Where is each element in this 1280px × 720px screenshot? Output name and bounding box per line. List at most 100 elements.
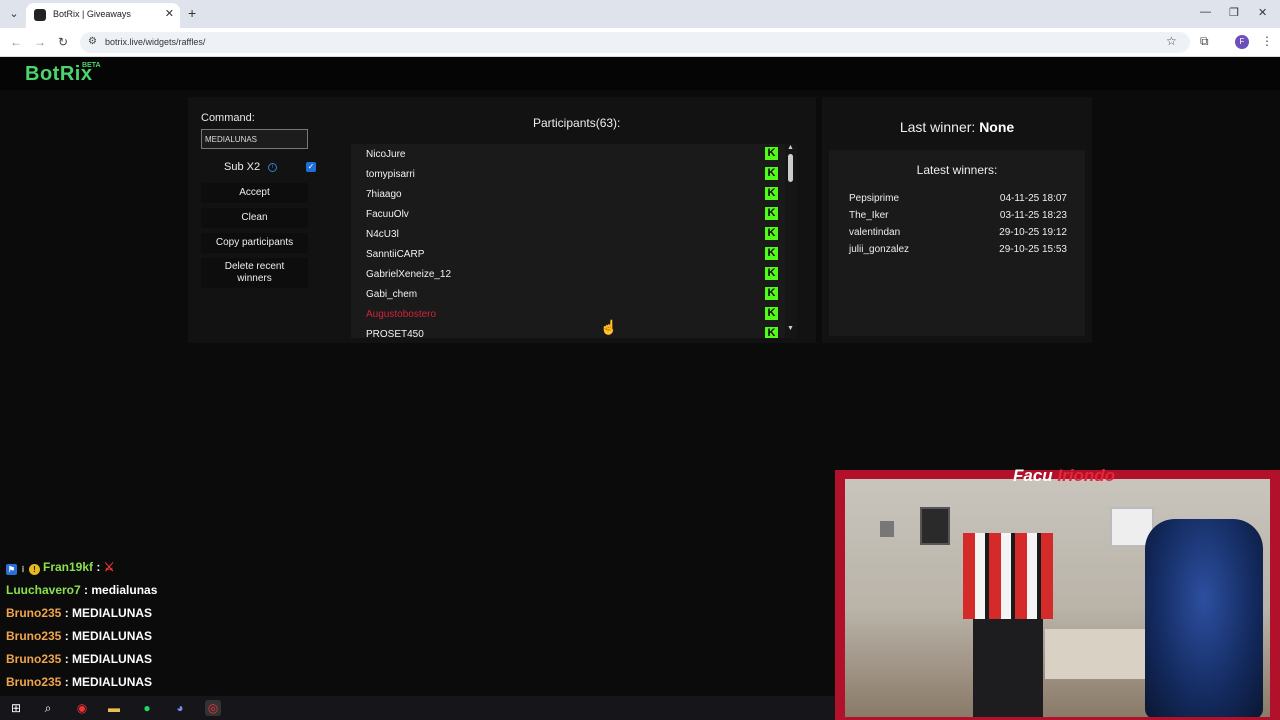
sub-x2-checkbox[interactable]: ✓ [306,162,316,172]
winner-date: 03-11-25 18:23 [999,210,1067,221]
list-item[interactable]: Augustobostero K [351,304,783,324]
kick-icon: K [765,167,778,180]
list-item[interactable]: PROSET450 K [351,324,783,338]
forward-icon[interactable]: → [34,35,46,49]
list-item[interactable]: GabrielXeneize_12 K [351,264,783,284]
url-text[interactable]: botrix.live/widgets/raffles/ [105,37,205,47]
winner-row: Pepsiprime 04-11-25 18:07 [849,193,1067,207]
pants [973,619,1043,717]
winner-date: 04-11-25 18:07 [999,193,1067,204]
profile-avatar[interactable]: F [1235,35,1249,49]
chat-text: MEDIALUNAS [72,675,153,689]
search-icon[interactable]: ⌕ [40,700,56,716]
command-label: Command: [201,112,255,124]
participants-scrollbar[interactable]: ▲ ▼ [785,144,797,338]
delete-recent-winners-button[interactable]: Delete recent winners [201,258,308,288]
last-winner: Last winner: None [822,119,1092,135]
new-tab-icon[interactable]: + [188,5,196,21]
chat-message: Bruno235 : MEDIALUNAS [6,629,153,643]
wall-poster [920,507,950,545]
extensions-icon[interactable]: ⧉ [1200,34,1209,49]
scrollbar-thumb[interactable] [788,154,793,182]
clean-button[interactable]: Clean [201,208,308,228]
restore-icon[interactable]: ❐ [1229,6,1239,19]
site-info-icon[interactable]: ⚙ [88,36,97,47]
participants-title: Participants(63): [533,116,621,130]
striped-shirt [963,533,1053,619]
streamer-first-name: Facu [1013,466,1053,485]
info-icon[interactable]: i [268,163,277,172]
chat-message: Bruno235 : MEDIALUNAS [6,606,153,620]
close-window-icon[interactable]: ✕ [1258,6,1267,19]
chat-message: Bruno235 : MEDIALUNAS [6,675,153,689]
kick-icon: K [765,267,778,280]
participants-list[interactable]: NicoJure K tomypisarri K 7hiaago K FacuuOlv… [351,144,797,338]
bookmark-star-icon[interactable]: ☆ [1166,34,1177,48]
winner-name: julii_gonzalez [849,244,910,255]
accept-button[interactable]: Accept [201,183,308,203]
tab-search-icon[interactable]: ⌄ [6,6,22,22]
chat-text: MEDIALUNAS [72,606,153,620]
list-item[interactable]: N4cU3l K [351,224,783,244]
chat-message: ⚑ ⅰ! Fran19kf : ⚔ [6,560,115,575]
winner-name: The_Iker [849,210,889,221]
list-item[interactable]: NicoJure K [351,144,783,164]
kick-icon: K [765,327,778,338]
list-item[interactable]: FacuuOlv K [351,204,783,224]
chat-message: Luuchavero7 : medialunas [6,583,158,597]
webcam-overlay: Facu Iriondo [835,466,1280,720]
kick-icon: K [765,247,778,260]
menu-dots-icon[interactable]: ⋮ [1261,34,1273,48]
wall-picture [880,521,894,537]
spotify-icon[interactable]: ● [139,700,155,716]
url-field[interactable]: ⚙ botrix.live/widgets/raffles/ [80,32,1190,53]
winner-row: valentindan 29-10-25 19:12 [849,227,1067,241]
list-item[interactable]: 7hiaago K [351,184,783,204]
participant-name: Augustobostero [366,309,437,320]
last-winner-value: None [979,119,1015,135]
winner-date: 29-10-25 15:53 [999,244,1067,255]
chat-text: medialunas [91,583,158,597]
emote-icon: ⚔ [103,560,115,574]
latest-winners-box: Latest winners: Pepsiprime 04-11-25 18:07… [829,150,1085,336]
file-explorer-icon[interactable]: ▬ [106,700,122,716]
verified-badge-icon: ⚑ [6,564,17,575]
participant-name: PROSET450 [366,329,424,338]
winners-panel: Last winner: None Latest winners: Pepsip… [822,97,1092,343]
back-icon[interactable]: ← [10,35,22,49]
windows-start-icon[interactable]: ⊞ [8,700,24,716]
beta-badge: BETA [82,62,101,69]
list-item[interactable]: Gabi_chem K [351,284,783,304]
chat-username: Fran19kf [43,560,94,574]
list-item[interactable]: tomypisarri K [351,164,783,184]
streamer [963,509,1053,717]
participant-name: SanntiiCARP [366,249,425,260]
hand-cursor-icon: ☝ [600,319,618,335]
scroll-up-icon[interactable]: ▲ [787,144,794,151]
participant-name: N4cU3l [366,229,399,240]
chrome-icon[interactable]: ◎ [205,700,221,716]
gold-badge-icon: ! [29,564,40,575]
site-header: BotRix BETA [0,57,1280,90]
reload-icon[interactable]: ↻ [58,35,68,49]
browser-tabbar: ⌄ BotRix | Giveaways ✕ + — ❐ ✕ [0,0,1280,28]
winner-name: valentindan [849,227,901,238]
kick-icon: K [765,147,778,160]
list-item[interactable]: SanntiiCARP K [351,244,783,264]
scroll-down-icon[interactable]: ▼ [787,325,794,332]
browser-tab[interactable]: BotRix | Giveaways ✕ [26,3,180,28]
tab-title: BotRix | Giveaways [53,9,131,19]
kick-icon: K [765,207,778,220]
gaming-chair [1145,519,1263,717]
command-input[interactable] [201,129,308,149]
participant-name: FacuuOlv [366,209,409,220]
sub-x2-label: Sub X2 [224,161,261,173]
kick-icon: K [765,187,778,200]
copy-participants-button[interactable]: Copy participants [201,233,308,253]
kick-icon: K [765,307,778,320]
discord-icon[interactable]: ◕ [172,700,188,716]
close-tab-icon[interactable]: ✕ [165,7,174,20]
obs-icon[interactable]: ◉ [74,700,90,716]
winner-date: 29-10-25 19:12 [999,227,1067,238]
minimize-icon[interactable]: — [1200,6,1211,18]
